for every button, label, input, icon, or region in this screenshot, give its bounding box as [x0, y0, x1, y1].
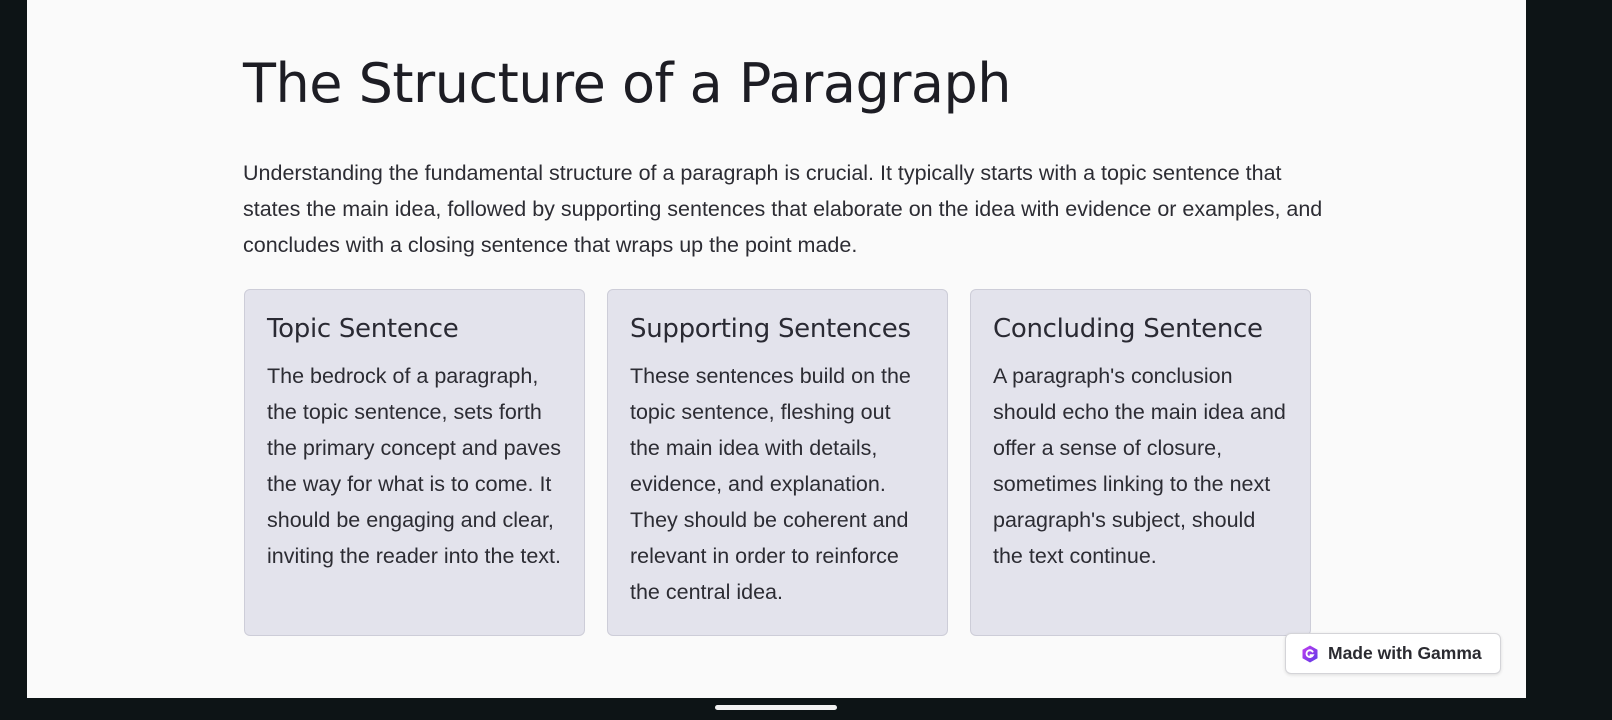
- made-with-gamma-button[interactable]: Made with Gamma: [1285, 633, 1501, 674]
- card-body: A paragraph's conclusion should echo the…: [993, 364, 1286, 568]
- card-title: Supporting Sentences: [630, 314, 911, 344]
- card-concluding-sentence: Concluding Sentence A paragraph's conclu…: [970, 289, 1311, 636]
- card-title: Concluding Sentence: [993, 314, 1263, 344]
- card-title: Topic Sentence: [267, 314, 459, 344]
- card-row: Topic Sentence The bedrock of a paragrap…: [244, 289, 1311, 636]
- card-supporting-sentences: Supporting Sentences These sentences bui…: [607, 289, 948, 636]
- card-topic-sentence: Topic Sentence The bedrock of a paragrap…: [244, 289, 585, 636]
- card-body: The bedrock of a paragraph, the topic se…: [267, 364, 562, 568]
- screen: The Structure of a Paragraph Understandi…: [0, 0, 1612, 720]
- slide-title: The Structure of a Paragraph: [243, 52, 1012, 115]
- intro-paragraph: Understanding the fundamental structure …: [243, 161, 1323, 257]
- home-indicator[interactable]: [715, 705, 837, 710]
- gamma-logo-icon: [1300, 644, 1320, 664]
- card-body: These sentences build on the topic sente…: [630, 364, 911, 604]
- made-with-gamma-label: Made with Gamma: [1328, 643, 1482, 663]
- slide: The Structure of a Paragraph Understandi…: [27, 0, 1526, 698]
